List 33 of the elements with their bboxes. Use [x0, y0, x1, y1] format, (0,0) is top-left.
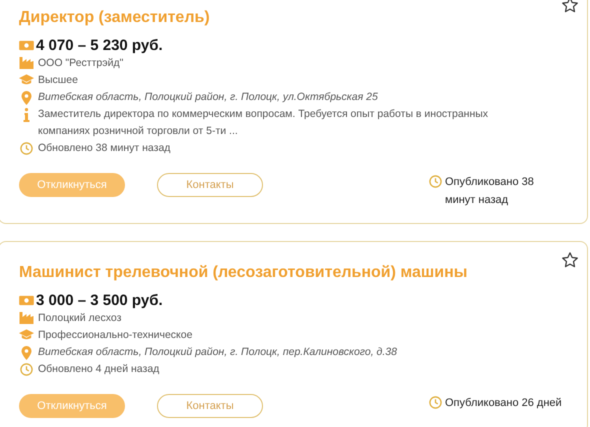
detail-text: Полоцкий лесхоз — [38, 311, 122, 326]
factory-icon — [19, 312, 34, 324]
contacts-button[interactable]: Контакты — [157, 394, 263, 418]
location-pin-icon — [19, 91, 34, 105]
contacts-button[interactable]: Контакты — [157, 173, 263, 197]
apply-button[interactable]: Откликнуться — [19, 394, 125, 418]
detail-text: Витебская область, Полоцкий район, г. Полоцк, ул.Октябрьская 25 — [38, 90, 378, 105]
salary: 3 000 – 3 500 руб. — [36, 292, 163, 308]
detail-text: Обновлено 38 минут назад — [38, 141, 170, 156]
star-icon[interactable] — [561, 251, 579, 269]
salary: 4 070 – 5 230 руб. — [36, 36, 163, 54]
detail-text: Обновлено 4 дней назад — [38, 362, 160, 377]
published-time: Опубликовано 26 дней — [445, 396, 562, 411]
money-icon — [19, 294, 34, 306]
detail-text: Высшее — [38, 73, 78, 88]
detail-text: Заместитель директора по коммерческим вопросам. Требуется опыт работы в иностранных компаниях розничной торговли от 5-ти ... — [38, 107, 490, 139]
clock-icon — [19, 142, 34, 155]
detail-text: Профессионально-техническое — [38, 328, 192, 343]
published-time: Опубликовано 38 минут назад — [445, 175, 535, 208]
star-icon[interactable] — [561, 0, 579, 14]
vacancy-title[interactable]: Машинист трелевочной (лесозаготовительной) машины — [19, 262, 567, 284]
clock-icon — [429, 396, 442, 409]
factory-icon — [19, 57, 34, 69]
clock-icon — [19, 363, 34, 376]
location-pin-icon — [19, 346, 34, 360]
apply-button[interactable]: Откликнуться — [19, 173, 125, 197]
detail-text: Витебская область, Полоцкий район, г. Полоцк, пер.Калиновского, д.38 — [38, 345, 397, 360]
detail-text: ООО "Ресттрэйд" — [38, 56, 124, 71]
graduation-cap-icon — [19, 329, 34, 340]
vacancy-title[interactable]: Директор (заместитель) — [19, 7, 567, 29]
money-icon — [19, 40, 34, 50]
graduation-cap-icon — [19, 74, 34, 85]
clock-icon — [429, 175, 442, 188]
